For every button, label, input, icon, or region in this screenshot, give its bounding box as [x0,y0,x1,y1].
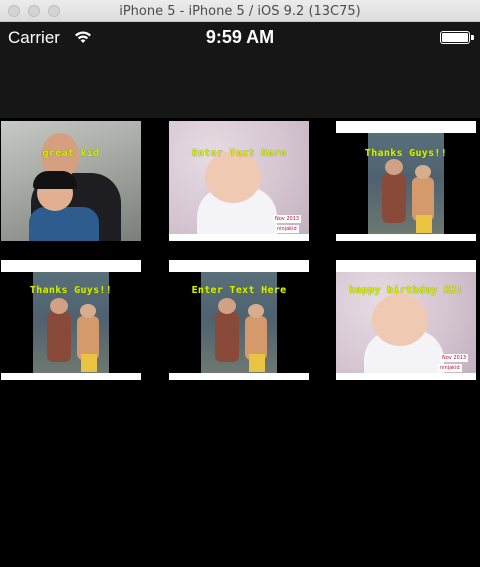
simulator-title-bar: iPhone 5 - iPhone 5 / iOS 9.2 (13C75) [0,0,480,22]
photo-caption: Enter Text Here [191,148,287,159]
photo-baby: Nov 2013 ninjakid [169,121,309,234]
photo-date-stamp: Nov 2013 [273,215,302,223]
photo-caption: Thanks Guys!! [364,148,448,159]
status-bar: Carrier 9:59 AM [0,22,480,54]
photo-watermark: ninjakid [275,225,299,233]
photo-grid: great kid Nov 2013 ninjakid Enter Text H… [0,118,480,567]
grid-cell-5[interactable]: Enter Text Here [169,260,309,380]
grid-cell-3[interactable]: Thanks Guys!! [336,121,476,241]
photo-watermark: ninjakid [438,364,462,372]
photo-caption: Enter Text Here [191,285,287,296]
clock: 9:59 AM [205,27,275,47]
photo-father-and-son [1,121,141,241]
grid-cell-4[interactable]: Thanks Guys!! [1,260,141,380]
battery-icon [440,31,474,44]
photo-caption: happy birthday KK! [349,285,463,296]
simulator-title: iPhone 5 - iPhone 5 / iOS 9.2 (13C75) [119,4,361,19]
photo-caption: great kid [42,148,100,159]
grid-cell-6[interactable]: Nov 2013 ninjakid happy birthday KK! [336,260,476,380]
grid-cell-1[interactable]: great kid [1,121,141,241]
grid-cell-2[interactable]: Nov 2013 ninjakid Enter Text Here [169,121,309,241]
photo-date-stamp: Nov 2013 [440,354,469,362]
navigation-bar [0,54,480,119]
photo-caption: Thanks Guys!! [29,285,113,296]
